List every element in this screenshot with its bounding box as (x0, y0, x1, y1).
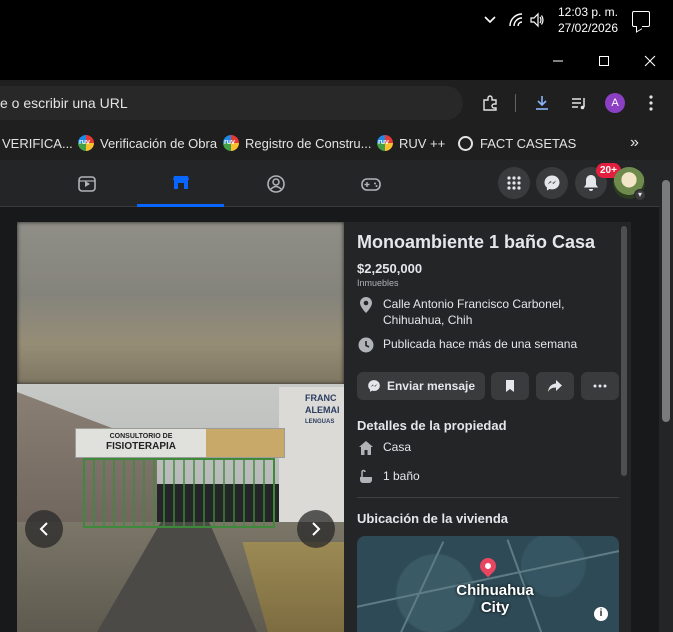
next-photo-button[interactable] (297, 510, 335, 548)
listing-title: Monoambiente 1 baño Casa (357, 232, 596, 252)
kebab-menu-icon[interactable] (641, 93, 661, 113)
address-bar-placeholder: e o escribir una URL (0, 95, 128, 111)
groups-icon (267, 174, 285, 193)
clock-date: 27/02/2026 (557, 21, 619, 35)
bookmark-label: RUV ++ (399, 135, 446, 151)
wifi-icon[interactable] (508, 12, 524, 28)
bookmark-item[interactable]: Verificación de Obra (78, 132, 217, 154)
tab-marketplace[interactable] (137, 160, 224, 207)
clock-time: 12:03 p. m. (557, 5, 619, 19)
bookmark-item[interactable]: FACT CASETAS (458, 132, 576, 154)
property-details-heading: Detalles de la propiedad (357, 418, 507, 433)
scrollbar-thumb[interactable] (662, 180, 670, 422)
messenger-button[interactable] (536, 167, 568, 199)
gaming-icon (361, 177, 381, 191)
location-map[interactable]: Chihuahua City i (357, 536, 619, 632)
window-title-bar (0, 41, 673, 80)
tab-groups[interactable] (233, 160, 319, 207)
system-tray: 12:03 p. m. 27/02/2026 (0, 0, 673, 41)
bookmark-item[interactable]: VERIFICA... (2, 132, 73, 154)
profile-avatar[interactable]: A (605, 93, 625, 113)
extensions-icon[interactable] (480, 93, 500, 113)
bookmark-label: Verificación de Obra (100, 135, 218, 151)
close-window-button[interactable] (627, 41, 673, 80)
listing-address: Calle Antonio Francisco Carbonel, Chihua… (357, 296, 564, 328)
published-text: Publicada hace más de una semana (383, 337, 578, 351)
messenger-icon (544, 175, 560, 191)
chevron-left-icon (39, 522, 48, 536)
listing-price: $2,250,000 (357, 261, 423, 276)
send-message-button[interactable]: Enviar mensaje (357, 372, 485, 400)
more-options-button[interactable] (581, 372, 619, 400)
property-type-row: Casa (357, 439, 411, 457)
system-clock[interactable]: 12:03 p. m. 27/02/2026 (553, 4, 623, 36)
blurred-photo-area (17, 222, 344, 384)
share-button[interactable] (536, 372, 574, 400)
map-city-label: Chihuahua City (456, 582, 534, 616)
chevron-up-icon[interactable] (482, 12, 498, 28)
ruv-icon (377, 135, 393, 151)
building-sign: FRANC ALEMAI LENGUAS (305, 393, 340, 425)
bookmark-label: FACT CASETAS (480, 135, 577, 151)
map-pin-icon (476, 554, 500, 578)
video-icon (78, 175, 96, 192)
facebook-nav-bar: 20+ ▾ (0, 160, 659, 207)
notification-center-icon[interactable] (632, 11, 650, 27)
media-controls-icon[interactable] (569, 93, 589, 113)
bookmark-label: Registro de Constru... (245, 135, 372, 151)
send-message-label: Enviar mensaje (386, 379, 476, 393)
chevron-down-icon[interactable]: ▾ (634, 189, 646, 201)
more-icon (593, 384, 607, 388)
page-scrollbar[interactable] (659, 160, 673, 632)
tab-video[interactable] (44, 160, 130, 207)
minimize-button[interactable] (535, 41, 581, 80)
more-bookmarks-button[interactable]: » (630, 132, 639, 154)
bathtub-icon (357, 468, 375, 486)
grid-icon (507, 176, 521, 190)
bookmarks-bar: VERIFICA... Verificación de Obra Registr… (0, 126, 673, 160)
share-icon (548, 380, 562, 392)
listing-card: FRANC ALEMAI LENGUAS CONSULTORIO DE FISIO… (17, 222, 631, 632)
download-icon[interactable] (532, 93, 552, 113)
address-line-2[interactable]: Chihuahua, Chih (383, 313, 472, 327)
tab-gaming[interactable] (328, 160, 414, 207)
ruv-icon (223, 135, 239, 151)
menu-grid-button[interactable] (498, 167, 530, 199)
browser-toolbar: e o escribir una URL A (0, 80, 673, 126)
bathrooms: 1 baño (383, 469, 420, 483)
map-info-icon[interactable]: i (594, 607, 608, 621)
location-heading: Ubicación de la vivienda (357, 511, 508, 526)
bookmark-item[interactable]: RUV ++ (377, 132, 445, 154)
messenger-icon (368, 380, 380, 392)
toolbar-divider (515, 94, 516, 112)
location-pin-icon (357, 296, 375, 314)
bathrooms-row: 1 baño (357, 468, 420, 486)
chevron-right-icon (312, 522, 321, 536)
previous-photo-button[interactable] (25, 510, 63, 548)
clinic-sign: CONSULTORIO DE FISIOTERAPIA (75, 428, 285, 458)
address-bar[interactable]: e o escribir una URL (0, 86, 463, 120)
speaker-icon[interactable] (529, 12, 545, 28)
details-scrollbar[interactable] (621, 226, 627, 476)
bookmark-item[interactable]: Registro de Constru... (223, 132, 371, 154)
listing-photo: FRANC ALEMAI LENGUAS CONSULTORIO DE FISIO… (17, 222, 344, 632)
listing-actions: Enviar mensaje (357, 372, 619, 400)
bookmark-label: VERIFICA... (2, 135, 73, 151)
address-line-1[interactable]: Calle Antonio Francisco Carbonel, (383, 297, 564, 311)
section-divider (357, 497, 619, 498)
bookmark-icon (506, 380, 514, 392)
ruv-icon (78, 135, 94, 151)
listing-published: Publicada hace más de una semana (357, 336, 577, 354)
marketplace-icon (172, 176, 189, 189)
save-button[interactable] (491, 372, 529, 400)
globe-icon (458, 135, 473, 151)
maximize-button[interactable] (581, 41, 627, 80)
listing-category[interactable]: Inmuebles (357, 278, 399, 288)
clock-icon (357, 336, 375, 354)
listing-details-panel: Monoambiente 1 baño Casa $2,250,000 Inmu… (357, 222, 619, 632)
property-type: Casa (383, 440, 412, 454)
bell-icon (584, 175, 598, 191)
green-gate (83, 458, 275, 528)
house-icon (357, 439, 375, 457)
